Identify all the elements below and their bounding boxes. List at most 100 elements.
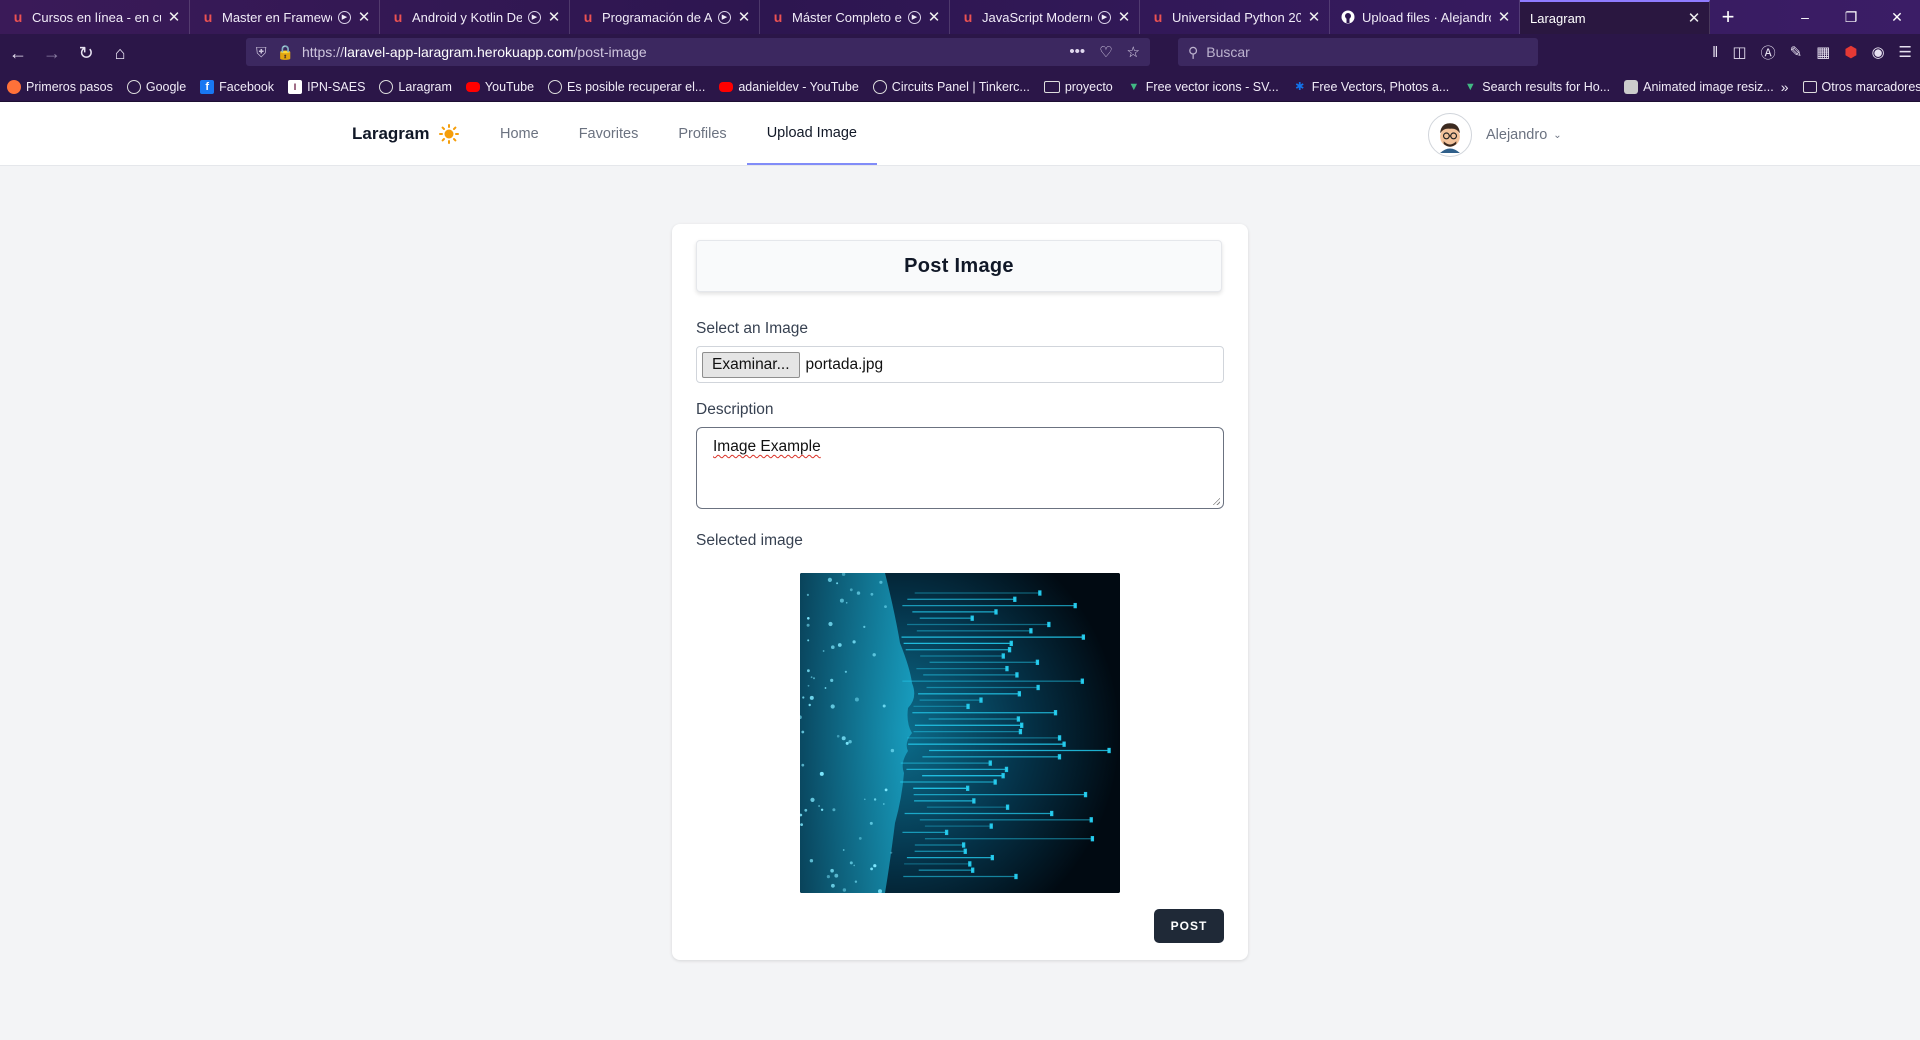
- resize-handle[interactable]: [1212, 497, 1220, 505]
- bookmark-item[interactable]: ▼ Search results for Ho...: [1456, 80, 1617, 94]
- nav-link-profiles[interactable]: Profiles: [658, 102, 746, 165]
- bookmarks-list: Primeros pasos Google f Facebook I IPN-SAES La…: [0, 79, 1781, 94]
- new-tab-button[interactable]: +: [1710, 0, 1746, 34]
- close-tab-icon[interactable]: ✕: [1497, 8, 1511, 26]
- circuit-node: [1014, 873, 1018, 880]
- lock-icon[interactable]: 🔒: [277, 44, 294, 61]
- other-bookmarks[interactable]: Otros marcadores: [1802, 80, 1920, 94]
- back-icon[interactable]: ←: [2, 37, 34, 69]
- page-actions-icon[interactable]: •••: [1069, 43, 1085, 61]
- browser-tab[interactable]: u Master en Frameworks ▶ ✕: [190, 0, 380, 34]
- extension-icon[interactable]: ◉: [1871, 43, 1884, 61]
- menu-icon[interactable]: ☰: [1899, 43, 1912, 61]
- colorpicker-icon[interactable]: ✎: [1790, 43, 1803, 61]
- udemy-icon: u: [203, 9, 213, 25]
- bookmark-item[interactable]: Google: [120, 79, 193, 94]
- play-icon[interactable]: ▶: [1098, 10, 1111, 24]
- circuit-dot: [804, 808, 808, 812]
- close-tab-icon[interactable]: ✕: [547, 8, 561, 26]
- firefox-icon: [7, 79, 21, 94]
- circuit-node: [968, 861, 972, 867]
- bookmark-item[interactable]: f Facebook: [193, 79, 281, 94]
- circuit-node: [1007, 647, 1012, 653]
- bookmark-item[interactable]: Animated image resiz...: [1617, 79, 1781, 94]
- user-menu[interactable]: Alejandro ⌄: [1428, 113, 1562, 157]
- restore-icon[interactable]: ❐: [1828, 0, 1874, 34]
- bookmark-item[interactable]: proyecto: [1037, 80, 1120, 94]
- play-icon[interactable]: ▶: [528, 10, 541, 24]
- browser-tab[interactable]: u Programación de Android ▶ ✕: [570, 0, 760, 34]
- browser-tab[interactable]: u Android y Kotlin Desde ▶ ✕: [380, 0, 570, 34]
- bookmark-item[interactable]: ▼ Free vector icons - SV...: [1120, 80, 1286, 94]
- browser-tab[interactable]: u Universidad Python 2021 ✕: [1140, 0, 1330, 34]
- minimize-icon[interactable]: –: [1782, 0, 1828, 34]
- bookmark-item[interactable]: I IPN-SAES: [281, 79, 372, 94]
- shield-icon[interactable]: ⛨: [256, 44, 267, 61]
- forward-icon[interactable]: →: [36, 37, 68, 69]
- close-icon[interactable]: ✕: [1874, 0, 1920, 34]
- nav-link-home[interactable]: Home: [480, 102, 559, 165]
- browser-tab[interactable]: u JavaScript Moderno ▶ ✕: [950, 0, 1140, 34]
- browser-tab[interactable]: u Máster Completo en ▶ ✕: [760, 0, 950, 34]
- bookmark-item[interactable]: Primeros pasos: [0, 79, 120, 94]
- sidebar-icon[interactable]: ◫: [1732, 43, 1746, 61]
- close-tab-icon[interactable]: ✕: [1687, 9, 1701, 27]
- bookmark-item[interactable]: ✱ Free Vectors, Photos a...: [1286, 80, 1457, 94]
- close-tab-icon[interactable]: ✕: [1117, 8, 1131, 26]
- avatar[interactable]: [1428, 113, 1472, 157]
- play-icon[interactable]: ▶: [908, 10, 921, 24]
- circuit-node: [988, 760, 992, 766]
- adblock-icon[interactable]: ⬢: [1844, 43, 1857, 61]
- bookmark-item[interactable]: adanieldev - YouTube: [712, 80, 865, 94]
- tab-title: Máster Completo en: [792, 9, 902, 25]
- circuit-node: [1089, 817, 1093, 823]
- globe-icon: [872, 79, 887, 94]
- file-input[interactable]: Examinar... portada.jpg: [696, 346, 1224, 383]
- brand[interactable]: Laragram: [352, 124, 460, 144]
- circuit-dot: [842, 888, 847, 892]
- close-tab-icon[interactable]: ✕: [927, 8, 941, 26]
- reload-icon[interactable]: ↻: [70, 37, 102, 69]
- circuit-dot: [852, 640, 856, 644]
- address-bar[interactable]: ⛨ 🔒 https://laravel-app-laragram.herokua…: [246, 38, 1150, 66]
- udemy-icon: u: [773, 9, 783, 25]
- extensions-icon[interactable]: ▦: [1816, 43, 1830, 61]
- preview-image: [800, 573, 1120, 893]
- bookmark-item[interactable]: YouTube: [459, 80, 541, 94]
- circuit-dot: [873, 864, 877, 868]
- circuit-dot: [879, 580, 883, 584]
- library-icon[interactable]: ‖: [1712, 44, 1718, 61]
- circuit-dot: [863, 625, 866, 628]
- browser-tab[interactable]: Upload files · Alejandro ✕: [1330, 0, 1520, 34]
- close-tab-icon[interactable]: ✕: [357, 8, 371, 26]
- close-tab-icon[interactable]: ✕: [737, 8, 751, 26]
- bookmark-item[interactable]: Es posible recuperar el...: [541, 79, 712, 94]
- bookmark-label: Search results for Ho...: [1482, 79, 1611, 94]
- globe-icon: [379, 79, 394, 94]
- chevron-double-right-icon[interactable]: »: [1781, 79, 1789, 95]
- udemy-icon: u: [393, 9, 403, 25]
- browse-button[interactable]: Examinar...: [702, 351, 800, 378]
- close-tab-icon[interactable]: ✕: [167, 8, 181, 26]
- bookmark-label: IPN-SAES: [307, 79, 366, 94]
- description-textarea[interactable]: Image Example: [696, 427, 1224, 509]
- play-icon[interactable]: ▶: [718, 10, 731, 24]
- browser-tab[interactable]: u Cursos en línea - en cualquier ✕: [0, 0, 190, 34]
- post-button[interactable]: POST: [1154, 909, 1224, 943]
- pocket-icon[interactable]: ♡: [1099, 43, 1112, 61]
- circuit-node: [1005, 665, 1009, 672]
- close-tab-icon[interactable]: ✕: [1307, 8, 1321, 26]
- browser-tab[interactable]: Laragram ✕: [1520, 0, 1710, 34]
- circuit-dot: [845, 741, 849, 745]
- play-icon[interactable]: ▶: [338, 10, 351, 24]
- nav-link-favorites[interactable]: Favorites: [559, 102, 659, 165]
- image-label: Select an Image: [696, 320, 809, 337]
- nav-link-upload-image[interactable]: Upload Image: [746, 102, 877, 165]
- bookmark-star-icon[interactable]: ☆: [1127, 43, 1140, 61]
- bookmark-item[interactable]: Laragram: [372, 79, 459, 94]
- bookmark-item[interactable]: Circuits Panel | Tinkerc...: [866, 79, 1037, 94]
- account-icon[interactable]: Ⓐ: [1761, 42, 1776, 63]
- home-icon[interactable]: ⌂: [104, 37, 136, 69]
- circuit-dot: [870, 867, 873, 871]
- search-bar[interactable]: ⚲ Buscar: [1178, 38, 1538, 66]
